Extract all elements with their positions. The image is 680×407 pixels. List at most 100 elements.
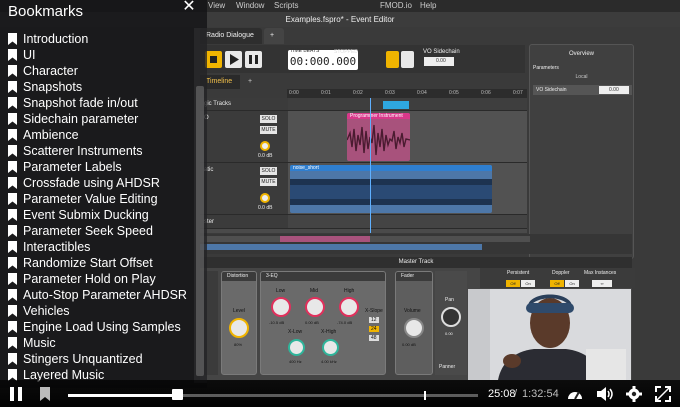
bookmark-item[interactable]: Scatterer Instruments: [0, 143, 194, 159]
bookmark-label: Parameter Hold on Play: [23, 272, 156, 286]
transport-bar: 00:000.000 TIME BEATS STOPPED VO Sidecha…: [200, 45, 525, 73]
pause-icon: [245, 51, 262, 68]
eq-xhigh-value: 4.00 kHz: [321, 359, 337, 364]
bookmark-label: UI: [23, 48, 36, 62]
bookmark-item[interactable]: Stingers Unquantized: [0, 351, 194, 367]
bookmark-icon: [8, 353, 17, 365]
bookmark-item[interactable]: Randomize Start Offset: [0, 255, 194, 271]
overview-param-row: VO Sidechain 0.00: [533, 85, 632, 95]
total-duration: 1:32:54: [522, 388, 559, 400]
bookmark-item[interactable]: Crossfade using AHDSR: [0, 175, 194, 191]
bookmark-item[interactable]: UI: [0, 47, 194, 63]
logic-tracks-header: gic Tracks: [200, 98, 288, 111]
fullscreen-button[interactable]: [655, 386, 671, 402]
bookmark-icon: [40, 387, 50, 401]
bookmark-item[interactable]: Snapshots: [0, 79, 194, 95]
bookmark-list: Introduction UI Character Snapshots Snap…: [0, 31, 194, 386]
list-mode-icon: [386, 51, 399, 68]
chapter-marker: [424, 391, 426, 400]
editor-tab-radio-dialogue: Radio Dialogue: [200, 28, 262, 44]
max-instances-label: Max Instances: [584, 270, 617, 276]
speedometer-icon: [568, 391, 582, 400]
bookmark-item[interactable]: Parameter Labels: [0, 159, 194, 175]
bookmark-label: Interactibles: [23, 240, 91, 254]
distortion-level-knob: [229, 318, 249, 338]
close-bookmarks-button[interactable]: ✕: [182, 0, 196, 15]
bookmark-item[interactable]: Sidechain parameter: [0, 111, 194, 127]
track2-lane: noise_short: [288, 163, 527, 215]
bookmark-label: Crossfade using AHDSR: [23, 176, 160, 190]
bookmark-label: Stingers Unquantized: [23, 352, 143, 366]
stop-icon: [205, 51, 222, 68]
eq-xlow-label: X-Low: [288, 329, 303, 335]
ruler-tick: 0:05: [449, 90, 459, 96]
eq-mid-label: Mid: [310, 288, 319, 294]
bookmark-item[interactable]: Ambience: [0, 127, 194, 143]
settings-button[interactable]: [626, 386, 642, 402]
close-icon: ✕: [182, 0, 196, 15]
bookmark-item[interactable]: Character: [0, 63, 194, 79]
menu-help: Help: [420, 1, 437, 10]
overview-title: Overview: [568, 51, 594, 57]
bookmark-item[interactable]: Interactibles: [0, 239, 194, 255]
track2-volume-knob: [260, 193, 270, 203]
volume-button[interactable]: [596, 386, 614, 402]
bookmark-item[interactable]: Introduction: [0, 31, 194, 47]
gear-icon: [626, 386, 642, 402]
bookmark-item[interactable]: Parameter Seek Speed: [0, 223, 194, 239]
eq-mid-knob: [305, 297, 325, 317]
seek-bar-handle[interactable]: [172, 389, 184, 400]
playback-speed-button[interactable]: [566, 386, 584, 402]
bookmark-item[interactable]: Event Submix Ducking: [0, 207, 194, 223]
pan-knob: [441, 307, 461, 327]
bookmark-item[interactable]: Auto-Stop Parameter AHDSR: [0, 287, 194, 303]
seek-bar-played: [68, 394, 178, 397]
pause-icon: [10, 387, 22, 401]
bookmark-item[interactable]: Parameter Value Editing: [0, 191, 194, 207]
seek-bar[interactable]: [68, 389, 478, 400]
eq-xlow-knob: [288, 339, 305, 356]
bookmark-label: Character: [23, 64, 78, 78]
bookmarks-scrollbar[interactable]: [194, 28, 207, 383]
fader-effect: Fader Volume 0.00 dB: [395, 271, 433, 375]
master-track-title: Master Track: [200, 257, 632, 268]
bookmark-item[interactable]: Snapshot fade in/out: [0, 95, 194, 111]
bookmark-icon: [8, 81, 17, 93]
mini-timeline: [200, 234, 632, 254]
ruler-tick: 0:01: [321, 90, 331, 96]
grid-mode-icon: [401, 51, 414, 68]
bookmark-icon: [8, 225, 17, 237]
bookmark-item[interactable]: Engine Load Using Samples: [0, 319, 194, 335]
ruler-tick: 0:07: [513, 90, 523, 96]
mini-clip-pink: [280, 236, 370, 242]
event-macros-panel: Persistent Doppler Max Instances Off On …: [480, 268, 635, 288]
overview-sub: Local: [575, 74, 588, 80]
logic-lane: [288, 98, 527, 111]
track1-mute: MUTE: [260, 126, 277, 134]
ruler-tick: 0:02: [353, 90, 363, 96]
bookmark-item[interactable]: Music: [0, 335, 194, 351]
waveform: [347, 124, 410, 156]
bookmark-item[interactable]: Parameter Hold on Play: [0, 271, 194, 287]
loop-region: [383, 101, 409, 109]
track1-lane: Programmer Instrument: [288, 111, 527, 163]
track1-solo: SOLO: [260, 115, 277, 123]
panner-section: Pan 0.00 Panner: [435, 271, 467, 375]
eq-low-value: -10.5 dB: [269, 320, 285, 325]
track1-header: O SOLO MUTE 0.0 dB: [200, 111, 288, 163]
bookmark-label: Music: [23, 336, 56, 350]
vo-sidechain-value: 0.00: [424, 57, 454, 66]
volume-icon: [597, 387, 613, 401]
bookmarks-scrollbar-thumb[interactable]: [196, 86, 204, 376]
bookmarks-panel: Bookmarks ✕ Introduction UI Character Sn…: [0, 0, 207, 388]
player-control-bar: 25:08 / 1:32:54: [0, 380, 680, 407]
bookmark-label: Sidechain parameter: [23, 112, 139, 126]
eq-low-knob: [271, 297, 291, 317]
master-track-header: ster: [200, 215, 288, 229]
bookmark-label: Parameter Seek Speed: [23, 224, 153, 238]
bookmarks-button[interactable]: [39, 386, 51, 402]
bookmark-item[interactable]: Vehicles: [0, 303, 194, 319]
ruler-tick: 0:03: [385, 90, 395, 96]
pause-button[interactable]: [8, 386, 24, 402]
track2-solo: SOLO: [260, 167, 277, 175]
